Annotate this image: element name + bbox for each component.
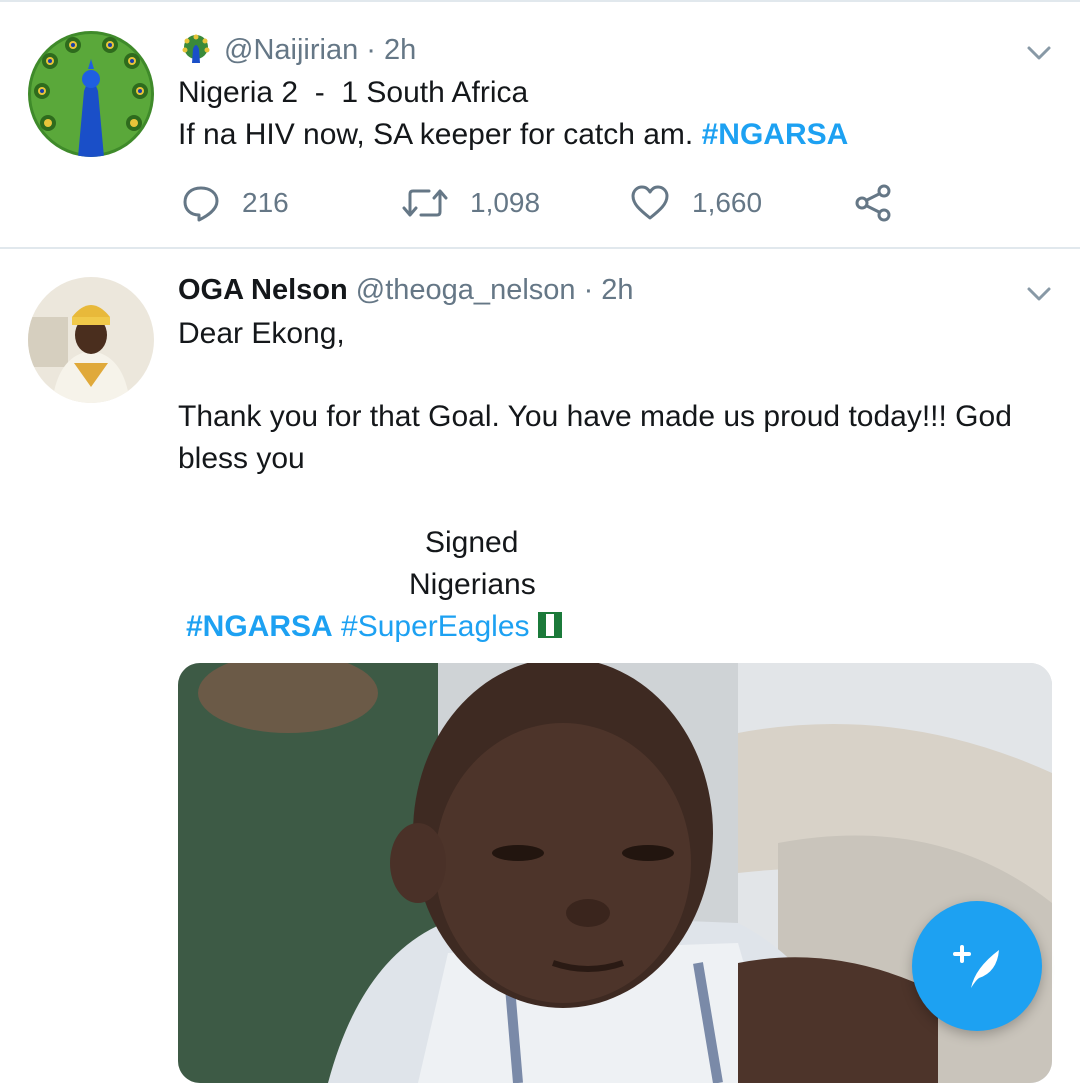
retweet-icon [402, 189, 448, 217]
peacock-avatar-image [28, 31, 154, 157]
tweet-time: · 2h [583, 274, 634, 306]
tweet-text-line: bless you [178, 442, 305, 475]
avatar[interactable] [28, 277, 154, 403]
reply-icon [183, 186, 219, 222]
author-name[interactable]: OGA Nelson [178, 274, 348, 306]
child-photo-image [178, 663, 1052, 1083]
heart-icon [631, 185, 669, 220]
nigeria-flag-icon [537, 612, 562, 638]
avatar[interactable] [28, 31, 154, 157]
compose-tweet-icon [953, 945, 999, 988]
like-button[interactable]: 1,660 [630, 180, 762, 226]
hashtag-link[interactable]: #SuperEagles [341, 610, 529, 643]
user-avatar-image [28, 277, 154, 403]
tweet-text-line: Signed [425, 526, 519, 559]
tweet-text-line: Dear Ekong, [178, 317, 345, 350]
tweet-actions: 216 1,098 1,660 [178, 180, 938, 226]
tweet-time: · 2h [366, 34, 417, 66]
retweet-button[interactable]: 1,098 [402, 180, 540, 226]
hashtag-link[interactable]: #NGARSA [702, 118, 849, 151]
hashtag-link[interactable]: #NGARSA [186, 610, 333, 643]
tweet-image[interactable] [178, 663, 1052, 1083]
reply-button[interactable]: 216 [182, 180, 289, 226]
tweet-text-line: Thank you for that Goal. You have made u… [178, 400, 1012, 433]
tweet-text-line: Nigerians [409, 568, 536, 601]
compose-tweet-button[interactable] [912, 901, 1042, 1031]
tweet-text-line: Nigeria 2 - 1 South Africa [178, 76, 529, 109]
tweet-header: @Naijirian · 2h [178, 32, 416, 68]
retweet-count: 1,098 [470, 187, 541, 218]
tweet-1[interactable]: @Naijirian · 2h Nigeria 2 - 1 South Afri… [0, 0, 1080, 248]
chevron-down-icon[interactable] [1024, 38, 1054, 68]
hashtags-line: #NGARSA #SuperEagles [186, 606, 562, 648]
like-count: 1,660 [692, 187, 763, 218]
tweet-text: If na HIV now, SA keeper for catch am. [178, 118, 702, 151]
share-button[interactable] [854, 180, 914, 226]
tweet-text-line: If na HIV now, SA keeper for catch am. #… [178, 114, 848, 156]
author-handle[interactable]: @Naijirian [224, 34, 358, 66]
tweet-header: OGA Nelson @theoga_nelson · 2h [178, 272, 634, 308]
peacock-badge-icon [182, 34, 210, 63]
chevron-down-icon[interactable] [1024, 279, 1054, 309]
share-icon [855, 184, 891, 222]
reply-count: 216 [242, 187, 289, 218]
author-handle[interactable]: @theoga_nelson [356, 274, 576, 306]
